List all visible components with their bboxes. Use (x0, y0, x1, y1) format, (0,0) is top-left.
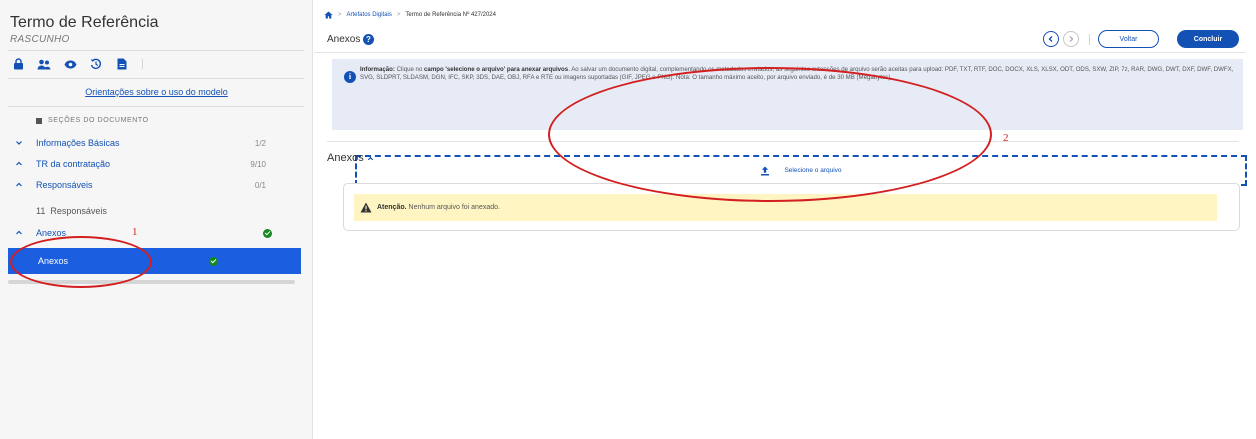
lock-icon[interactable] (10, 56, 26, 72)
previous-button[interactable] (1043, 31, 1059, 47)
eye-icon[interactable] (62, 56, 78, 72)
sidebar-toolbar (10, 56, 143, 72)
chevron-left-icon (1048, 36, 1053, 42)
divider (8, 78, 304, 79)
attachments-title: Anexos (327, 152, 364, 164)
warning-body: Nenhum arquivo foi anexado. (408, 204, 500, 211)
section-square-icon (36, 117, 42, 124)
breadcrumb-item[interactable]: Artefatos Digitais (347, 12, 392, 18)
finish-button[interactable]: Concluir (1177, 30, 1239, 48)
document-icon[interactable] (114, 56, 130, 72)
breadcrumb: > Artefatos Digitais > Termo de Referênc… (324, 11, 496, 19)
document-sections-label: SEÇÕES DO DOCUMENTO (48, 117, 149, 124)
info-text-part: Clique no (396, 66, 423, 73)
attachments-card: Atenção. Nenhum arquivo foi anexado. (343, 183, 1240, 231)
document-title: Termo de Referência (10, 14, 159, 31)
divider (327, 141, 1239, 142)
sidebar-item-tr-contratacao[interactable]: TR da contratação 9/10 (0, 155, 300, 173)
chevron-up-icon (367, 156, 373, 160)
info-text: Informação: Clique no campo 'selecione o… (360, 66, 1238, 82)
sidebar-item-responsaveis[interactable]: Responsáveis 0/1 (0, 176, 300, 194)
warning-message: Atenção. Nenhum arquivo foi anexado. (354, 194, 1217, 221)
upload-icon (761, 166, 770, 175)
divider (8, 106, 304, 107)
sidebar: Termo de Referência RASCUNHO Orientações… (0, 0, 313, 439)
usage-guide-link[interactable]: Orientações sobre o uso do modelo (0, 87, 313, 97)
sidebar-item-label: Responsáveis (36, 180, 93, 190)
chevron-down-icon (16, 141, 22, 145)
annotation-marker-1: 1 (132, 226, 138, 238)
sidebar-subitem-label: 11 Responsáveis (36, 206, 107, 216)
chevron-up-icon (16, 230, 22, 235)
subitem-label: Responsáveis (50, 206, 107, 216)
sidebar-item-label: Informações Básicas (36, 138, 120, 148)
document-sections-header: SEÇÕES DO DOCUMENTO (36, 117, 149, 124)
sidebar-item-anexos[interactable]: Anexos (0, 224, 300, 242)
sidebar-item-progress: 0/1 (254, 180, 266, 190)
history-icon[interactable] (88, 56, 104, 72)
subitem-number: 11 (36, 206, 46, 216)
sidebar-scrollbar[interactable] (8, 280, 295, 284)
warning-icon (360, 202, 372, 213)
sidebar-item-progress: 9/10 (250, 159, 266, 169)
breadcrumb-current: Termo de Referência Nº 427/2024 (405, 12, 496, 18)
chevron-up-icon (16, 182, 22, 187)
sidebar-item-informacoes-basicas[interactable]: Informações Básicas 1/2 (0, 134, 300, 152)
check-circle-icon (263, 229, 272, 238)
page-title: Anexos (327, 34, 361, 45)
breadcrumb-separator: > (338, 12, 342, 18)
main-content: > Artefatos Digitais > Termo de Referênc… (314, 0, 1256, 439)
warning-text: Atenção. Nenhum arquivo foi anexado. (377, 204, 500, 211)
sidebar-item-label: Anexos (36, 228, 67, 238)
back-button[interactable]: Voltar (1098, 30, 1159, 48)
file-upload-dropzone[interactable]: Selecione o arquivo (355, 155, 1247, 186)
sidebar-subitem-anexos-active[interactable]: Anexos (8, 248, 301, 274)
breadcrumb-separator: > (396, 12, 401, 18)
users-icon[interactable] (36, 56, 52, 72)
info-text-emphasis: campo 'selecione o arquivo' para anexar … (424, 66, 569, 73)
sidebar-subitem-label: Anexos (38, 256, 69, 266)
page-header: Anexos ? Voltar Concluir (314, 25, 1246, 53)
help-icon[interactable]: ? (363, 34, 374, 45)
info-icon: i (344, 71, 356, 83)
home-icon[interactable] (324, 11, 333, 19)
toolbar-separator (142, 59, 143, 69)
document-status: RASCUNHO (10, 34, 70, 45)
sidebar-item-progress: 1/2 (254, 138, 266, 148)
attachments-toggle[interactable]: Anexos (327, 152, 374, 164)
warning-label: Atenção. (377, 204, 407, 211)
divider (8, 50, 304, 51)
check-circle-icon (209, 257, 218, 266)
sidebar-item-label: TR da contratação (36, 159, 111, 169)
info-label: Informação: (360, 66, 395, 73)
chevron-up-icon (16, 161, 22, 166)
header-separator (1089, 34, 1090, 45)
sidebar-subitem-responsaveis[interactable]: 11 Responsáveis (0, 202, 300, 220)
info-panel: i Informação: Clique no campo 'selecione… (332, 59, 1247, 186)
chevron-right-icon (1069, 36, 1074, 42)
file-upload-label: Selecione o arquivo (784, 167, 842, 174)
next-button[interactable] (1063, 31, 1079, 47)
annotation-marker-2: 2 (1003, 132, 1009, 144)
